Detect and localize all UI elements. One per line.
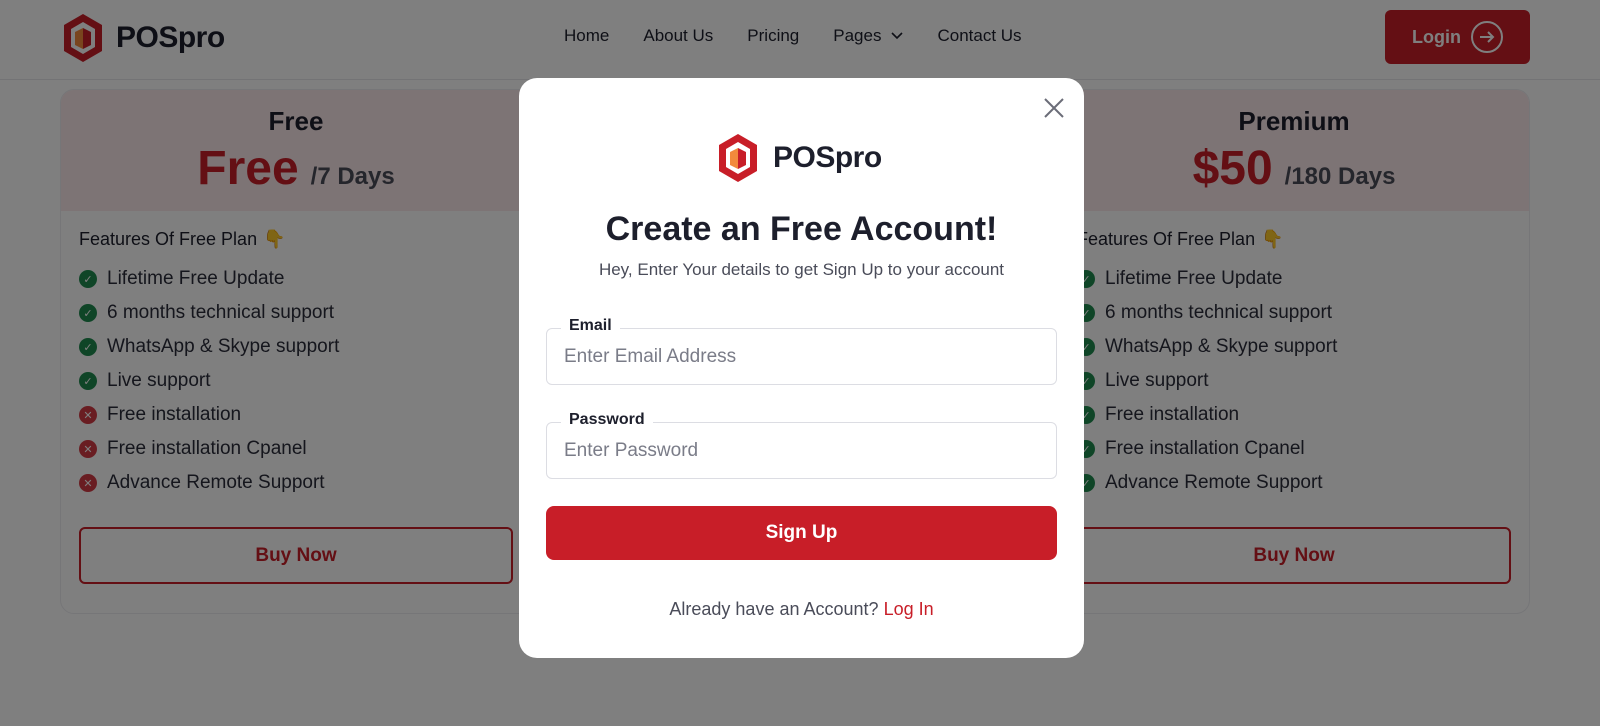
email-input[interactable]	[547, 329, 1056, 384]
login-prompt: Already have an Account? Log In	[519, 599, 1084, 620]
password-field: Password	[546, 411, 1057, 479]
sign-up-button[interactable]: Sign Up	[546, 506, 1057, 560]
password-label: Password	[561, 411, 653, 429]
modal-brand-name: POSpro	[773, 141, 882, 174]
password-input[interactable]	[547, 423, 1056, 478]
modal-title: Create an Free Account!	[605, 210, 998, 248]
log-in-link[interactable]: Log In	[884, 599, 934, 619]
modal-brand-logo: POSpro	[715, 132, 882, 184]
login-prompt-text: Already have an Account?	[669, 599, 879, 619]
modal-subtitle: Hey, Enter Your details to get Sign Up t…	[598, 260, 1005, 279]
email-field: Email	[546, 317, 1057, 385]
signup-modal: POSpro Create an Free Account! Hey, Ente…	[519, 78, 1084, 658]
email-label: Email	[561, 317, 620, 335]
close-icon[interactable]	[1040, 94, 1068, 122]
pospro-logo-icon	[719, 134, 757, 182]
